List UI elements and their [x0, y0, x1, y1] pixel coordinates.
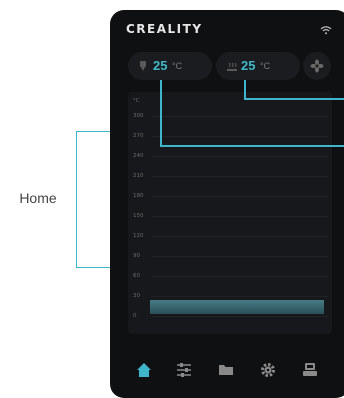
grid-line	[152, 136, 328, 137]
temperature-level-bar	[150, 300, 324, 314]
adjust-icon[interactable]	[174, 360, 194, 380]
tick-label: 240	[133, 153, 144, 159]
grid-line	[152, 276, 328, 277]
nozzle-temp-value: 25	[153, 58, 168, 73]
printer-touchscreen: CREALITY 25 °C 25 °C °C 300 270 240 210 …	[110, 10, 344, 398]
grid-line	[152, 176, 328, 177]
temperature-chart: °C 300 270 240 210 180 150 120 90 60 30 …	[128, 92, 332, 334]
tick-label: 30	[133, 293, 140, 299]
grid-line	[152, 296, 328, 297]
bed-temp-unit: °C	[260, 61, 271, 71]
wifi-icon	[320, 22, 332, 40]
tick-label: 150	[133, 213, 144, 219]
home-icon[interactable]	[134, 360, 154, 380]
callout-line-bed	[244, 98, 344, 100]
grid-line	[152, 196, 328, 197]
tick-label: 270	[133, 133, 144, 139]
top-bar: CREALITY	[110, 10, 344, 50]
bottom-nav	[110, 346, 344, 396]
grid-line	[152, 116, 328, 117]
bed-temperature[interactable]: 25 °C	[216, 52, 300, 80]
brand-logo: CREALITY	[126, 22, 203, 36]
grid-line	[152, 216, 328, 217]
callout-line-nozzle-stem	[160, 80, 162, 146]
home-callout-label: Home	[19, 190, 57, 206]
tick-label: 90	[133, 253, 140, 259]
settings-icon[interactable]	[258, 360, 278, 380]
tick-label: 210	[133, 173, 144, 179]
grid-line	[152, 156, 328, 157]
bed-temp-value: 25	[241, 58, 256, 73]
grid-line	[152, 256, 328, 257]
bed-icon	[226, 60, 238, 78]
fan-button[interactable]	[303, 52, 331, 80]
tick-label: 300	[133, 113, 144, 119]
chart-unit-label: °C	[133, 98, 140, 104]
callout-bracket	[76, 131, 110, 268]
tick-label: 60	[133, 273, 140, 279]
nozzle-temp-unit: °C	[172, 61, 183, 71]
fan-icon	[310, 59, 324, 78]
nozzle-icon	[138, 60, 148, 78]
folder-icon[interactable]	[216, 360, 236, 380]
printer-icon[interactable]	[300, 360, 320, 380]
callout-line-bed-stem	[244, 80, 246, 99]
grid-line	[152, 316, 328, 317]
tick-label: 120	[133, 233, 144, 239]
callout-line-nozzle	[160, 145, 344, 147]
nozzle-temperature[interactable]: 25 °C	[128, 52, 212, 80]
grid-line	[152, 236, 328, 237]
tick-label: 0	[133, 313, 137, 319]
tick-label: 180	[133, 193, 144, 199]
